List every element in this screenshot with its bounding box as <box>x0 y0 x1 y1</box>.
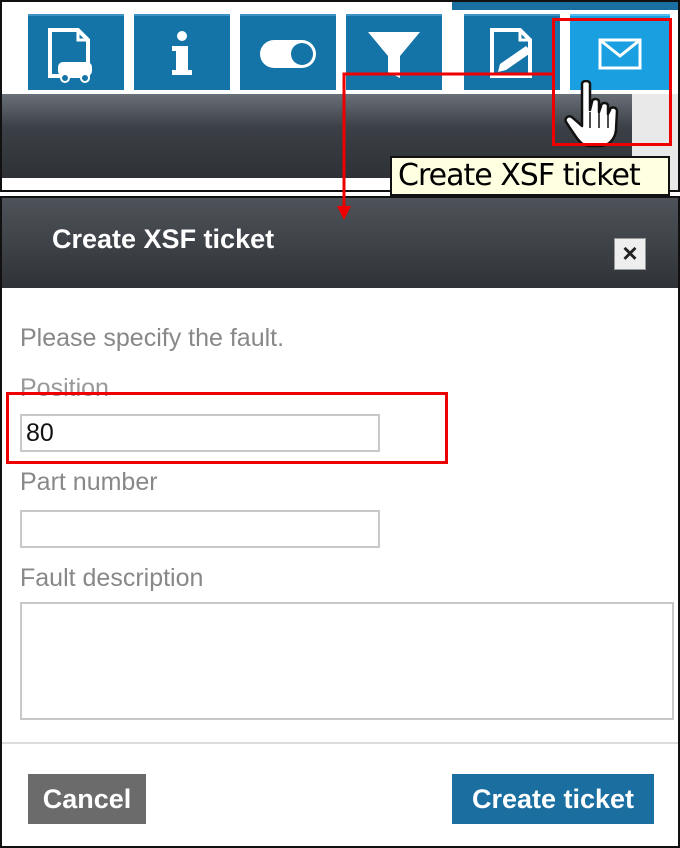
info-icon <box>172 31 192 75</box>
filter-icon <box>368 32 420 78</box>
part-number-input[interactable] <box>20 510 380 548</box>
divider <box>2 742 678 744</box>
toolbar-accent-line <box>452 2 678 10</box>
filter-button[interactable] <box>346 14 442 90</box>
part-number-label: Part number <box>20 468 158 496</box>
info-button[interactable] <box>134 14 230 90</box>
fault-description-textarea[interactable] <box>20 602 674 720</box>
document-edit-icon <box>490 28 532 78</box>
document-car-icon <box>48 28 92 83</box>
fault-description-label: Fault description <box>20 564 204 592</box>
toggle-button[interactable] <box>240 14 336 90</box>
toggle-icon <box>260 40 316 68</box>
instruction-text: Please specify the fault. <box>20 324 285 352</box>
dialog-header: Create XSF ticket × <box>2 198 678 288</box>
mail-button-highlight <box>552 18 672 146</box>
create-ticket-dialog: Create XSF ticket × Please specify the f… <box>0 196 680 848</box>
tooltip: Create XSF ticket <box>390 156 670 196</box>
create-ticket-button[interactable]: Create ticket <box>452 774 654 824</box>
close-button[interactable]: × <box>614 238 646 270</box>
edit-document-button[interactable] <box>464 14 560 90</box>
cancel-button[interactable]: Cancel <box>28 774 146 824</box>
position-field-highlight <box>6 392 448 464</box>
dialog-title: Create XSF ticket <box>52 224 275 254</box>
vehicle-document-button[interactable] <box>28 14 124 90</box>
